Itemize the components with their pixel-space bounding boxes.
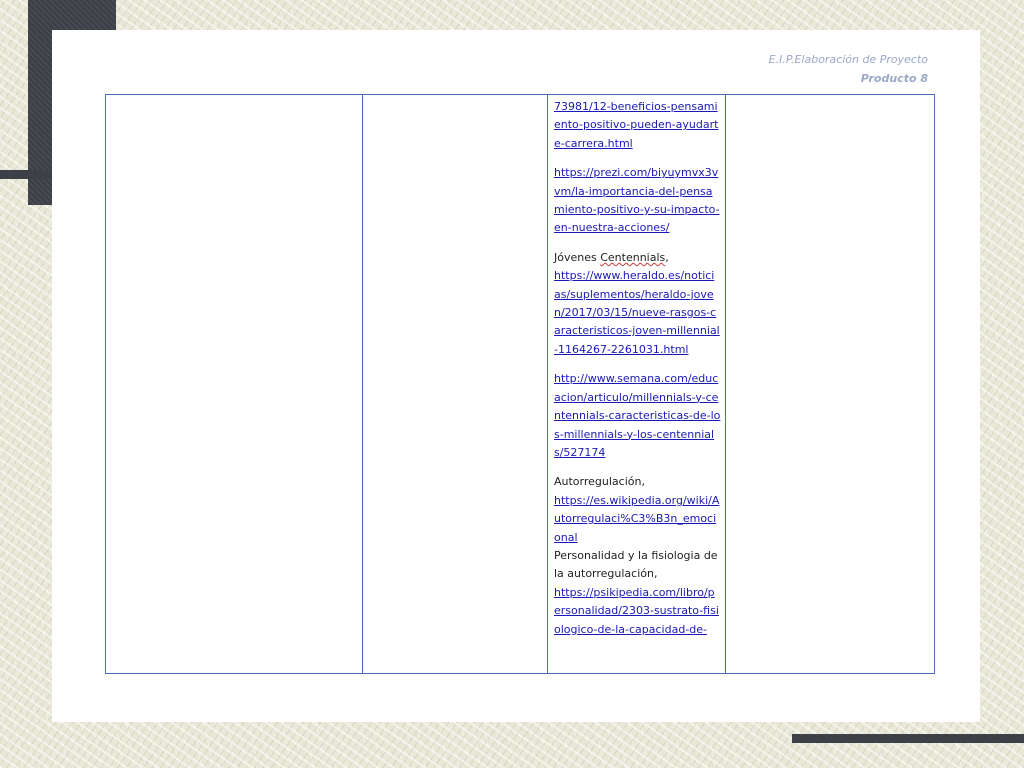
reference-entry: https://prezi.com/biyuymvx3vvm/la-import… [554, 164, 721, 238]
reference-link[interactable]: 73981/12-beneficios-pensamiento-positivo… [554, 98, 721, 153]
references-table: 73981/12-beneficios-pensamiento-positivo… [105, 94, 935, 674]
spellcheck-flagged-word: Centennials [600, 250, 666, 264]
reference-entry: Personalidad y la fisiologia de la autor… [554, 547, 721, 639]
reference-entry: Autorregulación, https://es.wikipedia.or… [554, 473, 721, 547]
header-project-title: E.I.P.Elaboración de Proyecto [768, 53, 928, 66]
header-product-number: Producto 8 [860, 72, 928, 85]
table-row: 73981/12-beneficios-pensamiento-positivo… [105, 94, 935, 674]
reference-label: Personalidad y la fisiologia de la autor… [554, 548, 718, 581]
reference-entry: 73981/12-beneficios-pensamiento-positivo… [554, 98, 721, 153]
reference-link[interactable]: https://es.wikipedia.org/wiki/Autorregul… [554, 492, 721, 547]
decorative-bar-left [0, 170, 52, 179]
table-cell-empty-2 [362, 94, 548, 674]
decorative-bar-bottom [792, 734, 1024, 743]
reference-link[interactable]: https://www.heraldo.es/noticias/suplemen… [554, 267, 721, 359]
references-list: 73981/12-beneficios-pensamiento-positivo… [548, 95, 725, 673]
reference-label: Autorregulación, [554, 475, 645, 489]
reference-entry: Jóvenes Centennials, https://www.heraldo… [554, 249, 721, 359]
table-cell-references: 73981/12-beneficios-pensamiento-positivo… [547, 94, 726, 674]
reference-link[interactable]: https://psikipedia.com/libro/personalida… [554, 584, 721, 639]
table-cell-empty-1 [105, 94, 363, 674]
reference-label: Jóvenes Centennials, [554, 249, 721, 267]
document-page: E.I.P.Elaboración de Proyecto Producto 8… [52, 30, 980, 722]
reference-label-prefix: Jóvenes [554, 250, 601, 264]
reference-entry: http://www.semana.com/educacion/articulo… [554, 370, 721, 462]
reference-label-suffix: , [665, 250, 669, 264]
table-cell-empty-4 [725, 94, 935, 674]
reference-link[interactable]: http://www.semana.com/educacion/articulo… [554, 370, 721, 462]
reference-link[interactable]: https://prezi.com/biyuymvx3vvm/la-import… [554, 164, 721, 238]
